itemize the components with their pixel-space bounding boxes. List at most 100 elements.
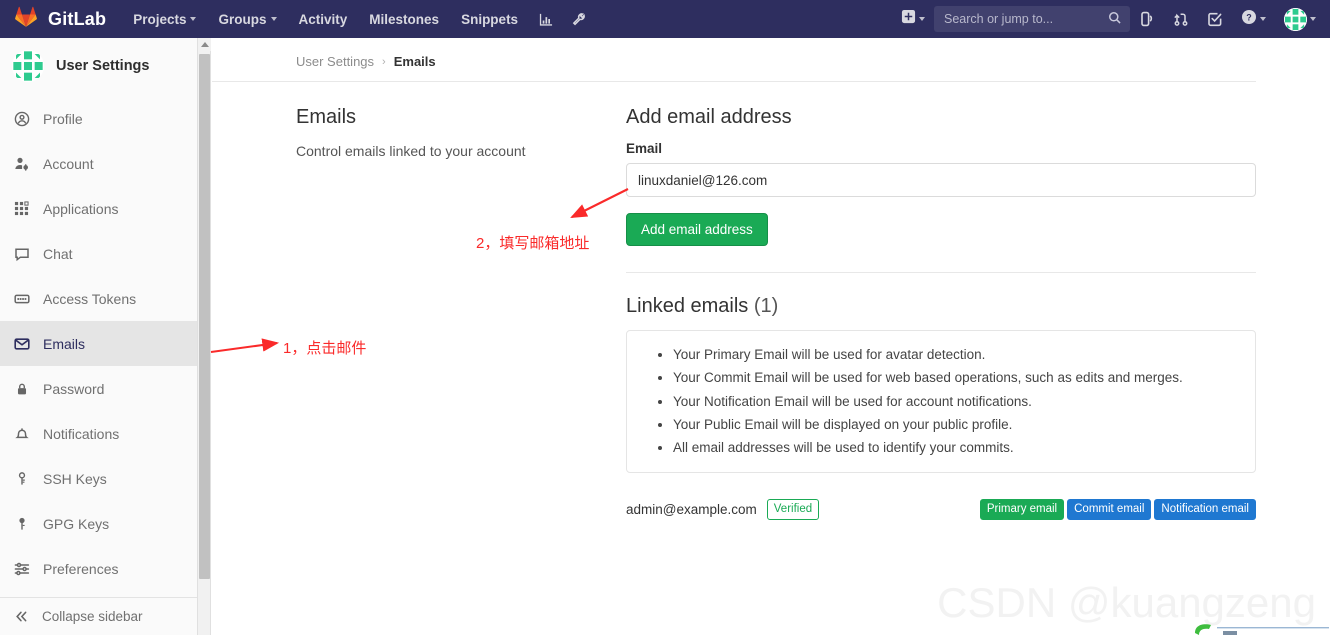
status-badge-verified: Verified (767, 499, 819, 521)
sidebar-item-emails[interactable]: Emails (0, 321, 197, 366)
main-content: User Settings › Emails Emails Control em… (212, 38, 1330, 635)
sidebar-item-label: Applications (43, 201, 119, 217)
sidebar-item-gpg-keys[interactable]: GPG Keys (0, 501, 197, 546)
gpg-key-icon (13, 515, 30, 532)
sidebar-item-password[interactable]: Password (0, 366, 197, 411)
add-email-address-button[interactable]: Add email address (626, 213, 768, 246)
linked-emails-title-text: Linked emails (626, 295, 748, 317)
sidebar-item-notifications[interactable]: Notifications (0, 411, 197, 456)
nav-groups-label: Groups (218, 12, 266, 27)
help-menu[interactable]: ? (1232, 0, 1275, 38)
help-question-icon: ? (1241, 9, 1257, 30)
table-row: admin@example.com Verified Primary email… (626, 499, 1256, 527)
nav-projects[interactable]: Projects (122, 0, 207, 38)
breadcrumb: User Settings › Emails (212, 38, 1256, 82)
annotation-label-1: 1，点击邮件 (283, 337, 366, 358)
sidebar-item-ssh-keys[interactable]: SSH Keys (0, 456, 197, 501)
account-gear-icon (13, 155, 30, 172)
chevron-down-icon (919, 17, 925, 21)
linked-emails-info-box: Your Primary Email will be used for avat… (626, 330, 1256, 473)
page-subtitle: Control emails linked to your account (296, 141, 606, 162)
sidebar-item-access-tokens[interactable]: Access Tokens (0, 276, 197, 321)
top-navbar: GitLab Projects Groups Activity Mileston… (0, 0, 1330, 38)
token-card-icon (13, 290, 30, 307)
sidebar-header: User Settings (0, 38, 197, 96)
nav-snippets[interactable]: Snippets (450, 0, 529, 38)
nav-projects-label: Projects (133, 12, 186, 27)
sidebar-item-label: Profile (43, 111, 83, 127)
nav-groups[interactable]: Groups (207, 0, 287, 38)
emails-description-panel: Emails Control emails linked to your acc… (296, 106, 626, 526)
sidebar-title: User Settings (56, 58, 149, 74)
gitlab-brand-text: GitLab (48, 9, 106, 30)
linked-emails-notes-list: Your Primary Email will be used for avat… (627, 343, 1255, 460)
gitlab-fox-logo-icon (15, 6, 37, 32)
nav-activity-label: Activity (299, 12, 348, 27)
chevron-down-icon (1260, 17, 1266, 21)
annotation-label-2: 2，填写邮箱地址 (476, 232, 589, 253)
search-icon (1108, 11, 1122, 30)
gitlab-logo-link[interactable] (0, 6, 52, 32)
badge-primary-email[interactable]: Primary email (980, 499, 1064, 521)
analytics-chart-icon[interactable] (529, 0, 562, 38)
plus-new-button[interactable] (892, 0, 934, 38)
nav-milestones[interactable]: Milestones (358, 0, 450, 38)
plus-new-icon (901, 9, 916, 29)
list-item: All email addresses will be used to iden… (673, 436, 1237, 459)
chevron-down-icon (1310, 17, 1316, 21)
sidebar-item-preferences[interactable]: Preferences (0, 546, 197, 591)
key-icon (13, 470, 30, 487)
sidebar-item-profile[interactable]: Profile (0, 96, 197, 141)
breadcrumb-parent[interactable]: User Settings (296, 54, 374, 69)
list-item: Your Primary Email will be used for avat… (673, 343, 1237, 366)
sidebar-item-label: Emails (43, 336, 85, 352)
sidebar-item-label: Notifications (43, 426, 119, 442)
scrollbar-thumb[interactable] (199, 54, 210, 579)
sidebar-item-label: SSH Keys (43, 471, 107, 487)
sidebar-item-account[interactable]: Account (0, 141, 197, 186)
collapse-sidebar-button[interactable]: Collapse sidebar (0, 597, 198, 635)
applications-grid-icon (13, 200, 30, 217)
badge-notification-email[interactable]: Notification email (1154, 499, 1256, 521)
add-email-title: Add email address (626, 106, 1256, 129)
double-chevron-left-icon (13, 608, 30, 625)
envelope-icon (13, 335, 30, 352)
identicon-avatar-icon (12, 50, 44, 82)
wrench-admin-icon[interactable] (562, 0, 595, 38)
merge-requests-icon[interactable] (1164, 0, 1198, 38)
sidebar-item-chat[interactable]: Chat (0, 231, 197, 276)
section-divider (626, 272, 1256, 273)
user-menu[interactable] (1275, 0, 1330, 38)
collapse-sidebar-label: Collapse sidebar (42, 609, 143, 624)
scroll-up-arrow-icon[interactable] (198, 38, 211, 51)
chevron-down-icon (190, 17, 196, 21)
linked-emails-title: Linked emails (1) (626, 295, 1256, 318)
nav-milestones-label: Milestones (369, 12, 439, 27)
chevron-down-icon (271, 17, 277, 21)
sidebar-item-label: Chat (43, 246, 73, 262)
search-input[interactable] (942, 11, 1122, 27)
list-item: Your Notification Email will be used for… (673, 390, 1237, 413)
user-settings-sidebar: User Settings Profile Account (0, 38, 198, 635)
badge-commit-email[interactable]: Commit email (1067, 499, 1151, 521)
nav-activity[interactable]: Activity (288, 0, 359, 38)
email-input[interactable] (626, 163, 1256, 197)
linked-emails-count: (1) (754, 295, 778, 317)
list-item: Your Commit Email will be used for web b… (673, 366, 1237, 389)
breadcrumb-separator-icon: › (382, 56, 386, 68)
issues-icon[interactable] (1130, 0, 1164, 38)
sidebar-item-label: Access Tokens (43, 291, 136, 307)
sidebar-item-applications[interactable]: Applications (0, 186, 197, 231)
emails-form-panel: Add email address Email Add email addres… (626, 106, 1256, 526)
sidebar-scrollbar[interactable] (198, 38, 211, 635)
taskbar-partial-icon (1183, 613, 1330, 635)
global-search[interactable] (934, 6, 1130, 32)
email-field-label: Email (626, 141, 1256, 156)
sidebar-item-label: GPG Keys (43, 516, 109, 532)
lock-icon (13, 380, 30, 397)
nav-snippets-label: Snippets (461, 12, 518, 27)
todos-checkbox-icon[interactable] (1198, 0, 1232, 38)
list-item: Your Public Email will be displayed on y… (673, 413, 1237, 436)
chat-bubble-icon (13, 245, 30, 262)
sliders-icon (13, 560, 30, 577)
